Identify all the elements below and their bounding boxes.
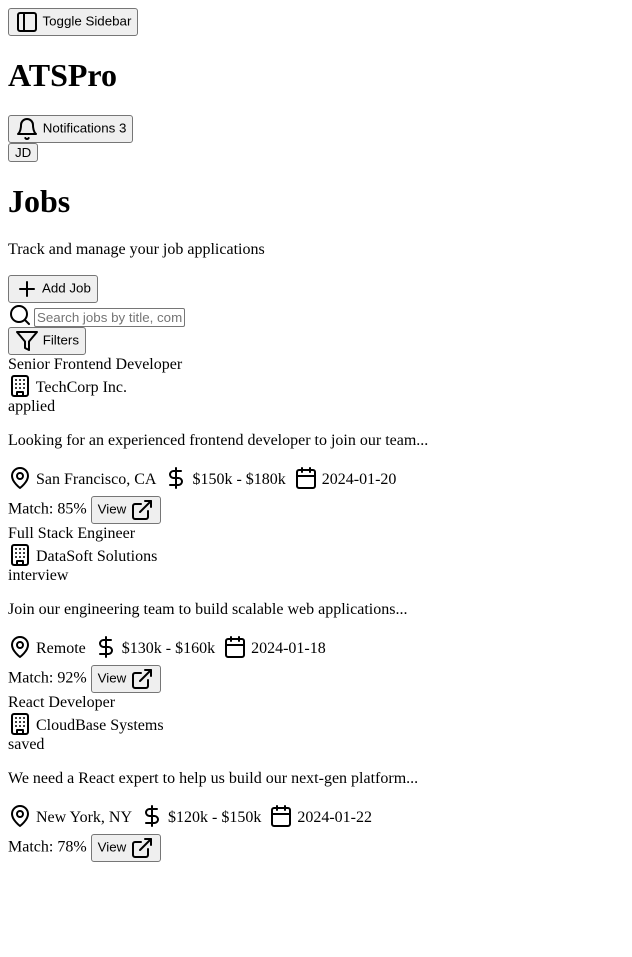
building-icon xyxy=(11,374,29,397)
building-icon xyxy=(11,543,29,566)
job-title: Full Stack Engineer xyxy=(8,524,136,542)
job-footer: Match: 92% View xyxy=(8,664,624,693)
job-company: TechCorp Inc. xyxy=(8,374,624,398)
page-title: Jobs xyxy=(8,183,71,220)
add-job-label: Add Job xyxy=(41,280,91,296)
dollar-sign-icon xyxy=(169,466,184,489)
search-row xyxy=(8,303,624,327)
job-description: Looking for an experienced frontend deve… xyxy=(8,431,429,449)
filters-label: Filters xyxy=(42,332,79,348)
job-salary: $130k - $160k xyxy=(121,639,216,657)
notifications-button[interactable]: Notifications 3 xyxy=(8,114,134,143)
filter-icon xyxy=(16,330,38,351)
job-location: Remote xyxy=(36,639,86,657)
job-date: 2024-01-20 xyxy=(321,470,397,488)
map-pin-icon xyxy=(11,466,29,489)
job-salary: $150k - $180k xyxy=(192,470,286,488)
bell-icon xyxy=(17,117,37,140)
notifications-label: Notifications xyxy=(42,120,116,136)
calendar-icon xyxy=(295,466,316,489)
user-avatar-button[interactable]: JD xyxy=(8,142,39,163)
job-company-name: DataSoft Solutions xyxy=(36,547,158,565)
match-score: Match: 92% xyxy=(8,669,87,687)
sidebar-icon xyxy=(17,12,37,32)
view-label: View xyxy=(97,670,127,686)
status-badge: applied xyxy=(8,397,56,415)
toggle-sidebar-label: Toggle Sidebar xyxy=(42,13,132,29)
dollar-sign-icon xyxy=(145,804,159,827)
page: Toggle Sidebar ATSPro Notifications 3 JD… xyxy=(0,0,632,870)
job-date: 2024-01-22 xyxy=(297,808,372,826)
app-title: ATSPro xyxy=(8,57,118,93)
add-job-button[interactable]: Add Job xyxy=(8,274,98,303)
job-footer: Match: 85% View xyxy=(8,495,624,524)
job-card: Full Stack Engineer DataSoft Solutions i… xyxy=(8,524,624,693)
calendar-icon xyxy=(225,635,246,658)
external-link-icon xyxy=(132,499,153,520)
dollar-sign-icon xyxy=(98,635,113,658)
job-date: 2024-01-18 xyxy=(251,639,326,657)
external-link-icon xyxy=(132,837,153,858)
filters-button[interactable]: Filters xyxy=(8,326,86,355)
match-score: Match: 78% xyxy=(8,838,87,856)
calendar-icon xyxy=(271,804,292,827)
status-badge: interview xyxy=(8,566,69,584)
toggle-sidebar-button[interactable]: Toggle Sidebar xyxy=(8,8,139,36)
search-icon xyxy=(10,304,30,325)
view-job-button[interactable]: View xyxy=(90,664,162,693)
job-title: React Developer xyxy=(8,693,116,711)
external-link-icon xyxy=(132,668,153,689)
job-salary: $120k - $150k xyxy=(168,808,262,826)
job-company-name: TechCorp Inc. xyxy=(35,378,128,396)
plus-icon xyxy=(19,280,35,297)
job-meta: New York, NY $120k - $150k 2024-01-22 xyxy=(8,804,624,828)
job-location: New York, NY xyxy=(36,808,133,826)
job-meta: San Francisco, CA $150k - $180k 2024-01-… xyxy=(8,466,624,490)
status-badge: saved xyxy=(8,735,45,753)
map-pin-icon xyxy=(11,635,29,658)
avatar-initials: JD xyxy=(15,144,32,160)
page-subtitle: Track and manage your job applications xyxy=(8,240,265,258)
job-company: DataSoft Solutions xyxy=(8,543,624,567)
job-meta: Remote $130k - $160k 2024-01-18 xyxy=(8,635,624,659)
job-title: Senior Frontend Developer xyxy=(8,355,183,373)
view-job-button[interactable]: View xyxy=(90,495,162,524)
building-icon xyxy=(11,712,29,735)
job-card: React Developer CloudBase Systems saved … xyxy=(8,693,624,862)
job-location: San Francisco, CA xyxy=(36,470,157,488)
job-company: CloudBase Systems xyxy=(8,712,624,736)
match-score: Match: 85% xyxy=(8,500,87,518)
job-list: Senior Frontend Developer TechCorp Inc. … xyxy=(8,355,624,862)
job-description: Join our engineering team to build scala… xyxy=(8,600,408,618)
job-company-name: CloudBase Systems xyxy=(36,716,164,734)
view-label: View xyxy=(97,501,127,517)
view-job-button[interactable]: View xyxy=(90,833,162,862)
view-label: View xyxy=(97,839,127,855)
map-pin-icon xyxy=(11,804,29,827)
job-footer: Match: 78% View xyxy=(8,833,624,862)
job-description: We need a React expert to help us build … xyxy=(8,769,419,787)
search-input[interactable] xyxy=(34,307,185,327)
notifications-count-badge: 3 xyxy=(119,120,127,136)
job-card: Senior Frontend Developer TechCorp Inc. … xyxy=(8,355,624,524)
